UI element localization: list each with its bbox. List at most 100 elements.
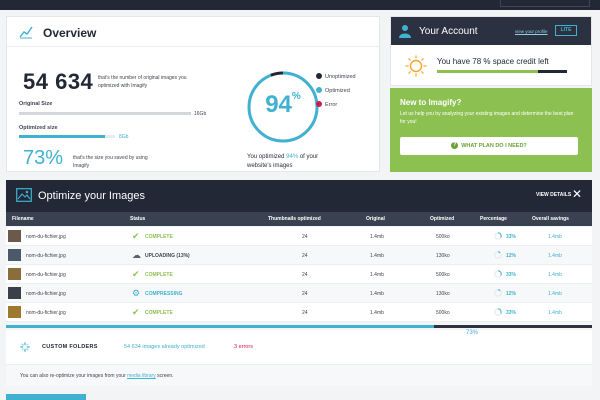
thumbnails-cell: 24 (302, 272, 308, 278)
user-icon (399, 25, 411, 38)
donut-unit: % (291, 91, 301, 102)
top-bar-button[interactable] (500, 0, 590, 7)
percentage-ring-icon (494, 308, 502, 316)
col-original: Original (366, 216, 385, 222)
original-cell: 1.4mb (370, 253, 384, 259)
credit-text: You have 78 % space credit left (437, 57, 549, 66)
original-images-count: 54 634 (23, 69, 94, 94)
custom-folders-errors[interactable]: 3 errors (234, 344, 253, 350)
status-cell: ✔ COMPLETE (132, 307, 173, 318)
legend-label: Unoptimized (325, 74, 356, 80)
close-icon[interactable]: ✕ (572, 188, 582, 200)
thumbnail-image (8, 287, 21, 299)
sun-icon (405, 55, 427, 77)
filename-cell[interactable]: nom-du-fichier.jpg (26, 272, 66, 278)
cloud-upload-icon: ☁ (132, 250, 141, 260)
what-plan-label: WHAT PLAN DO I NEED? (461, 143, 527, 149)
check-icon: ✔ (132, 307, 140, 317)
view-details-button[interactable]: VIEW DETAILS (536, 192, 571, 198)
legend-unoptimized: Unoptimized (316, 73, 356, 80)
table-row[interactable]: nom-du-fichier.jpg ✔ COMPLETE 24 1.4mb 500ko 3… (6, 227, 592, 246)
donut-value: 94% (253, 91, 313, 119)
legend-dot-icon (316, 87, 322, 93)
optimized-size-value: 8Gb (119, 134, 129, 140)
spinner-icon (20, 342, 30, 352)
filename-cell[interactable]: nom-du-fichier.jpg (26, 234, 66, 240)
optimize-header: Optimize your Images VIEW DETAILS ✕ (6, 180, 592, 212)
optimization-progress-label: 73% (466, 330, 479, 336)
col-filename: Filename (12, 216, 34, 222)
col-optimized: Optimized (430, 216, 455, 222)
caption-prefix: You optimized (247, 154, 287, 160)
legend-optimized: Optimized (316, 87, 350, 94)
footnote-prefix: You can also re-optimize your images fro… (20, 373, 128, 379)
col-percentage: Percentage (480, 216, 507, 222)
status-text: COMPRESSING (145, 290, 183, 297)
check-icon: ✔ (132, 231, 140, 241)
footnote: You can also re-optimize your images fro… (6, 364, 592, 386)
thumbnail-image (8, 249, 21, 261)
table-row[interactable]: nom-du-fichier.jpg ✔ COMPLETE 24 1.4mb 500ko 3… (6, 265, 592, 284)
percentage-cell: 33% (506, 310, 517, 316)
status-cell: ⚙ COMPRESSING (132, 288, 183, 299)
plan-badge: LITE (555, 25, 577, 36)
legend-label: Error (325, 102, 338, 108)
optimized-cell: 130ko (436, 253, 450, 259)
table-header: Filename Status Thumbnails optimized Ori… (6, 212, 592, 226)
optimized-size-bar (19, 135, 105, 138)
status-text: COMPLETE (145, 233, 173, 240)
filename-cell[interactable]: nom-du-fichier.jpg (26, 310, 66, 316)
thumbnails-cell: 24 (302, 310, 308, 316)
bottom-button[interactable] (6, 394, 86, 400)
percentage-ring-icon (494, 270, 502, 278)
original-cell: 1.4mb (370, 234, 384, 240)
account-title: Your Account (419, 26, 478, 37)
col-savings: Overall savings (532, 216, 569, 222)
gear-icon: ⚙ (132, 288, 141, 298)
status-cell: ✔ COMPLETE (132, 231, 173, 242)
original-cell: 1.4mb (370, 272, 384, 278)
savings-cell: 1.4mb (548, 310, 562, 316)
question-icon: ? (451, 142, 459, 150)
original-cell: 1.4mb (370, 310, 384, 316)
optimized-cell: 500ko (436, 310, 450, 316)
optimized-cell: 130ko (436, 291, 450, 297)
filename-cell[interactable]: nom-du-fichier.jpg (26, 253, 66, 259)
table-row[interactable]: nom-du-fichier.jpg ⚙ COMPRESSING 24 1.4mb 130… (6, 284, 592, 303)
thumbnail-image (8, 268, 21, 280)
status-text: COMPLETE (145, 309, 173, 316)
view-profile-link[interactable]: view your profile (515, 29, 548, 34)
col-thumbnails: Thumbnails optimized (268, 216, 321, 222)
new-to-imagify-card: New to Imagify? Let us help you by analy… (390, 88, 592, 172)
account-card: Your Account view your profile LITE You … (390, 16, 592, 86)
original-size-value: 16Gb (194, 111, 207, 117)
original-images-note: that's the number of original images you… (98, 75, 187, 89)
percentage-cell: 12% (506, 253, 517, 259)
percentage-ring-icon (494, 251, 502, 259)
status-text: COMPLETE (145, 271, 173, 278)
media-library-link[interactable]: media library (127, 373, 156, 379)
donut-number: 94 (265, 91, 292, 118)
savings-cell: 1.4mb (548, 234, 562, 240)
percentage-ring-icon (494, 232, 502, 240)
custom-folders-count: 54 634 images already optimized (124, 344, 205, 350)
savings-cell: 1.4mb (548, 253, 562, 259)
credit-bar-fill (437, 70, 539, 73)
check-icon: ✔ (132, 269, 140, 279)
table-row[interactable]: nom-du-fichier.jpg ☁ UPLOADING (13%) 24 1.4m… (6, 246, 592, 265)
percentage-cell: 12% (506, 291, 517, 297)
thumbnail-image (8, 306, 21, 318)
table-row[interactable]: nom-du-fichier.jpg ✔ COMPLETE 24 1.4mb 500ko 3… (6, 303, 592, 322)
optimization-progress-fill (6, 325, 434, 328)
filename-cell[interactable]: nom-du-fichier.jpg (26, 291, 66, 297)
images-icon (16, 188, 32, 202)
percentage-ring-icon (494, 289, 502, 297)
legend-error: Error (316, 101, 338, 108)
status-text: UPLOADING (13%) (145, 252, 190, 259)
what-plan-button[interactable]: ? WHAT PLAN DO I NEED? (400, 137, 578, 155)
overview-header: Overview (7, 17, 379, 47)
custom-folders-label: CUSTOM FOLDERS (42, 344, 98, 350)
account-header: Your Account view your profile LITE (391, 17, 591, 45)
footnote-text: You can also re-optimize your images fro… (20, 373, 174, 379)
custom-folders-panel: CUSTOM FOLDERS 54 634 images already opt… (6, 330, 592, 364)
